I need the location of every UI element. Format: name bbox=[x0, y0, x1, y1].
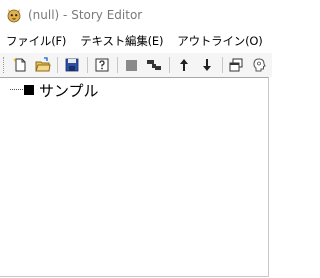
menu-tools[interactable]: ツー bbox=[271, 33, 272, 49]
level-button[interactable] bbox=[144, 55, 164, 75]
toolbar-separator bbox=[87, 57, 89, 73]
menu-text-edit[interactable]: テキスト編集(E) bbox=[74, 33, 171, 49]
windows-icon bbox=[229, 58, 243, 72]
help-icon bbox=[95, 58, 109, 72]
move-up-button[interactable] bbox=[174, 55, 194, 75]
profile-button[interactable] bbox=[249, 55, 269, 75]
open-folder-icon bbox=[34, 57, 51, 72]
arrow-down-icon bbox=[202, 59, 211, 71]
toolbar-separator bbox=[169, 57, 171, 73]
menu-outline[interactable]: アウトライン(O) bbox=[171, 33, 270, 49]
app-cat-icon[interactable] bbox=[6, 7, 22, 23]
hierarchy-step-icon bbox=[147, 60, 162, 70]
outline-tree[interactable]: サンプル bbox=[0, 77, 269, 277]
node-label: サンプル bbox=[39, 81, 99, 100]
title-bar: (null) - Story Editor bbox=[0, 0, 272, 30]
head-profile-icon bbox=[253, 58, 266, 72]
toolbar-grip[interactable] bbox=[3, 57, 6, 73]
node-square-icon bbox=[24, 85, 34, 95]
toolbar-separator bbox=[116, 57, 118, 73]
toolbar-separator bbox=[57, 57, 59, 73]
tree-node[interactable]: サンプル bbox=[10, 81, 99, 100]
menu-file[interactable]: ファイル(F) bbox=[0, 33, 74, 49]
gray-square-icon bbox=[125, 60, 137, 71]
save-icon bbox=[65, 58, 79, 72]
arrow-up-icon bbox=[179, 59, 188, 71]
tree-connector bbox=[10, 89, 23, 91]
block-button[interactable] bbox=[122, 55, 142, 75]
toolbar-separator bbox=[221, 57, 223, 73]
window-title: (null) - Story Editor bbox=[28, 8, 143, 22]
new-document-icon bbox=[12, 58, 26, 72]
new-document-button[interactable] bbox=[10, 55, 30, 75]
open-button[interactable] bbox=[33, 55, 53, 75]
windows-button[interactable] bbox=[227, 55, 247, 75]
save-button[interactable] bbox=[62, 55, 82, 75]
move-down-button[interactable] bbox=[197, 55, 217, 75]
toolbar bbox=[0, 53, 272, 77]
help-button[interactable] bbox=[92, 55, 112, 75]
menu-bar: ファイル(F) テキスト編集(E) アウトライン(O) ツー bbox=[0, 30, 272, 52]
